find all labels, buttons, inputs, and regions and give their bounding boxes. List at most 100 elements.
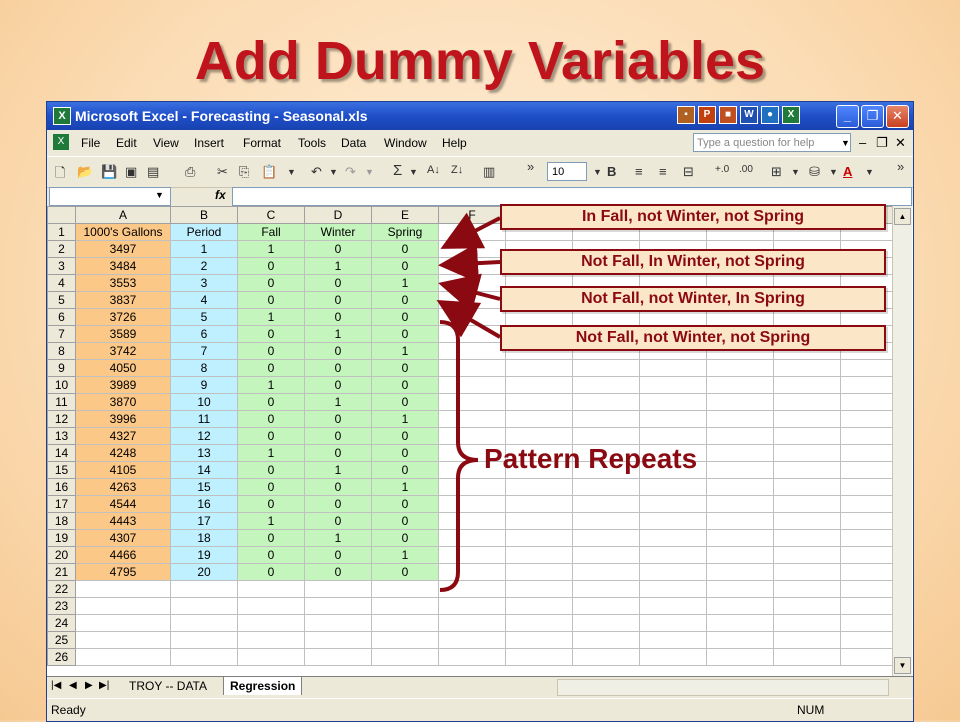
menu-window[interactable]: Window [384, 136, 427, 150]
grid-cell[interactable]: 6 [170, 325, 238, 343]
font-size-select[interactable]: 10 [547, 162, 587, 181]
name-box[interactable] [49, 187, 171, 206]
vertical-scrollbar[interactable]: ▲ ▼ [892, 206, 912, 676]
grid-cell[interactable] [639, 478, 707, 496]
grid-cell[interactable]: 1 [237, 376, 305, 394]
chart-wizard-icon[interactable]: ▥ [483, 164, 495, 180]
grid-cell[interactable]: 0 [304, 444, 372, 462]
grid-cell[interactable] [773, 427, 841, 445]
grid-cell[interactable] [505, 427, 573, 445]
grid-cell[interactable]: 0 [237, 495, 305, 513]
decrease-decimal-icon[interactable]: .00 [739, 164, 753, 175]
menu-edit[interactable]: Edit [116, 136, 137, 150]
grid-cell[interactable]: 1000's Gallons [75, 223, 171, 241]
help-search-input[interactable]: Type a question for help [693, 133, 851, 152]
grid-cell[interactable] [773, 495, 841, 513]
paste-dropdown-icon[interactable]: ▼ [287, 167, 296, 177]
grid-cell[interactable]: 0 [237, 342, 305, 360]
grid-cell[interactable]: 1 [371, 274, 439, 292]
grid-cell[interactable] [572, 359, 640, 377]
column-header[interactable]: A [75, 206, 171, 224]
grid-cell[interactable] [438, 495, 506, 513]
grid-cell[interactable] [639, 427, 707, 445]
grid-cell[interactable]: 3996 [75, 410, 171, 428]
grid-cell[interactable] [237, 631, 305, 649]
grid-cell[interactable]: 0 [237, 461, 305, 479]
grid-cell[interactable]: 3497 [75, 240, 171, 258]
grid-cell[interactable]: 0 [304, 240, 372, 258]
grid-cell[interactable] [170, 648, 238, 666]
grid-cell[interactable]: 1 [237, 512, 305, 530]
select-all-corner[interactable] [47, 206, 76, 224]
grid-cell[interactable] [505, 478, 573, 496]
grid-cell[interactable] [639, 410, 707, 428]
menu-data[interactable]: Data [341, 136, 366, 150]
menu-file[interactable]: File [81, 136, 100, 150]
grid-cell[interactable] [706, 580, 774, 598]
grid-cell[interactable] [706, 614, 774, 632]
grid-cell[interactable] [706, 376, 774, 394]
menu-insert[interactable]: Insert [194, 136, 224, 150]
redo-icon[interactable]: ↷ [345, 164, 356, 180]
grid-cell[interactable] [639, 546, 707, 564]
maximize-button[interactable]: ❐ [861, 105, 884, 128]
autosum-dropdown-icon[interactable]: ▼ [409, 167, 418, 177]
grid-cell[interactable] [706, 427, 774, 445]
grid-cell[interactable] [371, 614, 439, 632]
grid-cell[interactable] [505, 631, 573, 649]
row-header[interactable]: 2 [47, 240, 76, 258]
grid-cell[interactable]: 1 [371, 342, 439, 360]
column-header[interactable]: E [371, 206, 439, 224]
grid-cell[interactable] [505, 614, 573, 632]
merge-center-icon[interactable]: ⊟ [683, 164, 694, 180]
grid-cell[interactable] [75, 580, 171, 598]
grid-cell[interactable]: 3484 [75, 257, 171, 275]
grid-cell[interactable] [170, 580, 238, 598]
grid-cell[interactable] [773, 376, 841, 394]
grid-cell[interactable]: 0 [371, 495, 439, 513]
row-header[interactable]: 16 [47, 478, 76, 496]
app-icon-5[interactable]: ● [761, 106, 779, 124]
name-box-dropdown-icon[interactable]: ▼ [155, 190, 164, 200]
grid-cell[interactable] [438, 240, 506, 258]
grid-cell[interactable] [438, 512, 506, 530]
grid-cell[interactable] [773, 512, 841, 530]
grid-cell[interactable] [371, 648, 439, 666]
grid-cell[interactable]: 3 [170, 274, 238, 292]
grid-cell[interactable]: 0 [304, 563, 372, 581]
grid-cell[interactable]: 0 [371, 563, 439, 581]
grid-cell[interactable]: 0 [371, 325, 439, 343]
row-header[interactable]: 10 [47, 376, 76, 394]
grid-cell[interactable]: 0 [237, 359, 305, 377]
app-icon-2[interactable]: P [698, 106, 716, 124]
grid-cell[interactable] [438, 410, 506, 428]
align-right-icon[interactable]: ≡ [659, 164, 667, 179]
grid-cell[interactable]: 3742 [75, 342, 171, 360]
grid-cell[interactable] [639, 376, 707, 394]
grid-cell[interactable]: 1 [237, 240, 305, 258]
grid-cell[interactable] [438, 223, 506, 241]
grid-cell[interactable] [304, 631, 372, 649]
grid-cell[interactable] [572, 597, 640, 615]
grid-cell[interactable]: 5 [170, 308, 238, 326]
row-header[interactable]: 9 [47, 359, 76, 377]
function-icon[interactable]: fx [215, 188, 226, 202]
grid-cell[interactable] [304, 580, 372, 598]
grid-cell[interactable]: 3726 [75, 308, 171, 326]
row-header[interactable]: 8 [47, 342, 76, 360]
grid-cell[interactable] [572, 393, 640, 411]
grid-cell[interactable]: 0 [304, 512, 372, 530]
print-preview-icon[interactable]: ▤ [147, 164, 159, 180]
grid-cell[interactable]: 0 [304, 410, 372, 428]
grid-cell[interactable] [706, 359, 774, 377]
grid-cell[interactable] [438, 393, 506, 411]
grid-cell[interactable] [505, 393, 573, 411]
grid-cell[interactable] [773, 478, 841, 496]
row-header[interactable]: 18 [47, 512, 76, 530]
prev-sheet-icon[interactable]: ◀ [69, 680, 77, 691]
grid-cell[interactable]: 4263 [75, 478, 171, 496]
grid-cell[interactable] [572, 529, 640, 547]
grid-cell[interactable] [639, 580, 707, 598]
grid-cell[interactable] [438, 291, 506, 309]
grid-cell[interactable] [773, 631, 841, 649]
